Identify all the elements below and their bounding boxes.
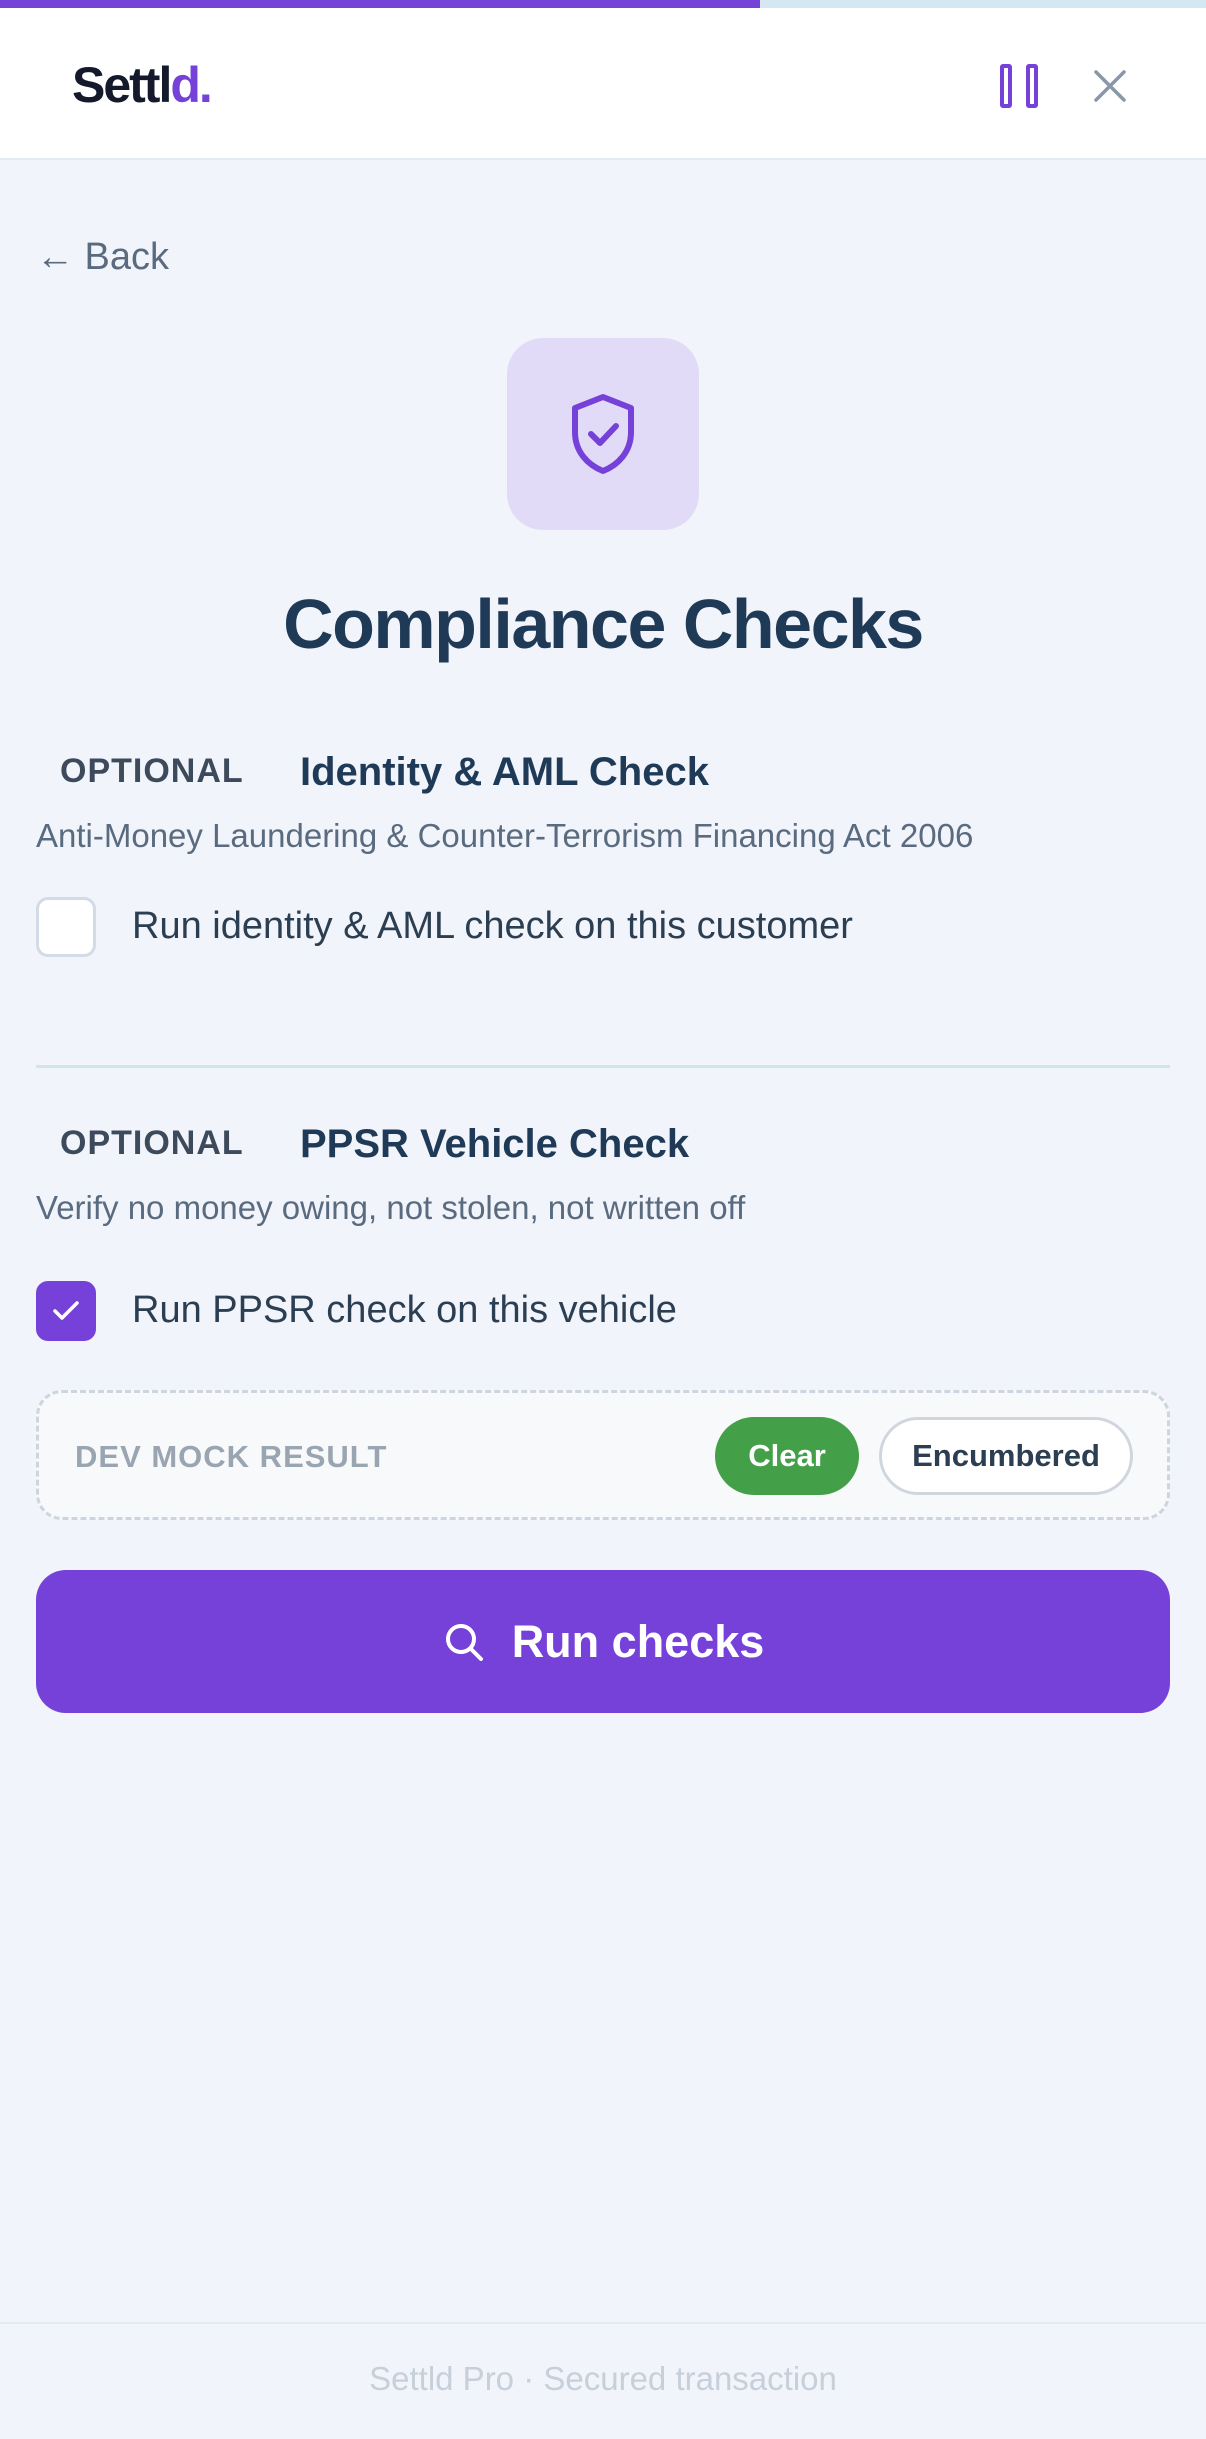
- run-checks-label: Run checks: [511, 1615, 765, 1667]
- aml-section-title: Identity & AML Check: [300, 750, 709, 794]
- ppsr-checkbox-label[interactable]: Run PPSR check on this vehicle: [132, 1289, 677, 1332]
- search-icon: [445, 1623, 483, 1661]
- progress-bar-fill: [0, 0, 760, 8]
- footer-text: Settld Pro · Secured transaction: [369, 2360, 837, 2397]
- checkmark-icon: [53, 1301, 79, 1320]
- page-footer: Settld Pro · Secured transaction: [0, 2322, 1206, 2439]
- brand-logo: Settld.: [72, 56, 213, 114]
- app-header: Settld.: [0, 8, 1206, 160]
- run-checks-button[interactable]: Run checks: [36, 1570, 1170, 1713]
- ppsr-section-title: PPSR Vehicle Check: [300, 1122, 690, 1166]
- shield-check-icon: [507, 338, 699, 530]
- pause-icon[interactable]: [1000, 64, 1038, 108]
- close-icon[interactable]: [1092, 68, 1128, 104]
- aml-checkbox[interactable]: [36, 897, 96, 957]
- ppsr-section-description: Verify no money owing, not stolen, not w…: [36, 1189, 746, 1226]
- mock-option-clear[interactable]: Clear: [715, 1417, 859, 1495]
- aml-section-description: Anti-Money Laundering & Counter-Terroris…: [36, 817, 974, 854]
- back-link[interactable]: ← Back: [36, 236, 169, 279]
- brand-logo-accent: d.: [170, 57, 212, 113]
- page-title: Compliance Checks: [283, 585, 924, 663]
- aml-checkbox-label[interactable]: Run identity & AML check on this custome…: [132, 905, 853, 948]
- ppsr-checkbox[interactable]: [36, 1281, 96, 1341]
- brand-logo-main: Settl: [72, 57, 172, 113]
- dev-mock-result-label: DEV MOCK RESULT: [75, 1439, 388, 1474]
- mock-option-encumbered[interactable]: Encumbered: [879, 1417, 1133, 1495]
- progress-bar: [0, 0, 1206, 8]
- aml-optional-tag: OPTIONAL: [60, 752, 244, 790]
- dev-mock-result-panel: DEV MOCK RESULT Clear Encumbered: [36, 1390, 1170, 1520]
- ppsr-optional-tag: OPTIONAL: [60, 1124, 244, 1162]
- section-divider: [36, 1065, 1170, 1068]
